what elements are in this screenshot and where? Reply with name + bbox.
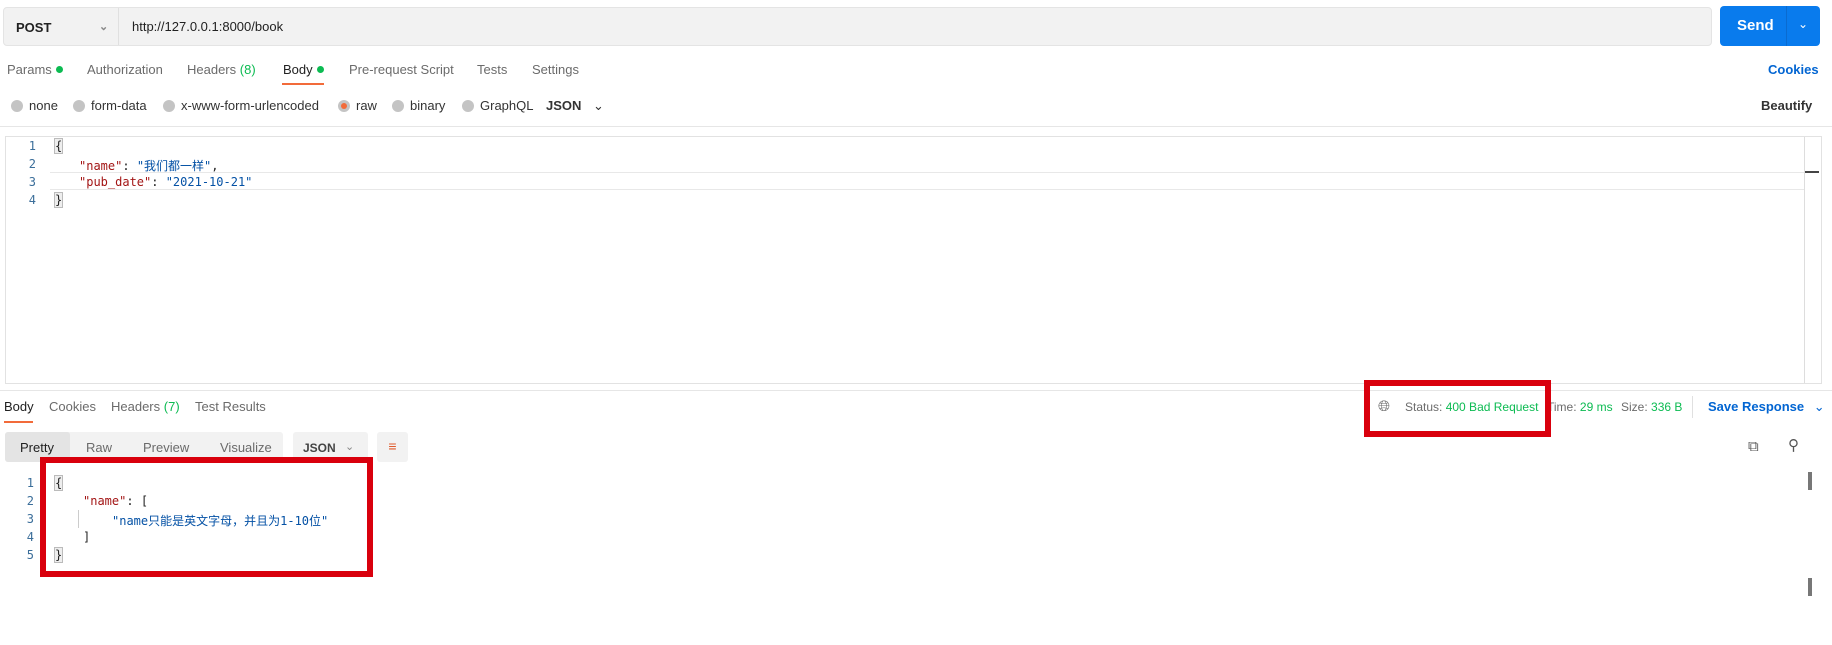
wrap-lines-icon[interactable]: ≡ (377, 432, 408, 462)
highlight-box-status (1364, 380, 1551, 437)
radio-raw[interactable]: raw (338, 98, 377, 113)
radio-binary[interactable]: binary (392, 98, 445, 113)
response-tab-cookies[interactable]: Cookies (49, 399, 96, 414)
active-tab-underline (4, 421, 33, 423)
tab-settings[interactable]: Settings (532, 62, 579, 77)
scrollbar[interactable] (1808, 472, 1812, 490)
chevron-down-icon: ⌄ (593, 98, 604, 113)
copy-icon[interactable]: ⧉ (1748, 438, 1759, 455)
chevron-down-icon: ⌄ (99, 21, 109, 33)
method-label: POST (16, 20, 52, 35)
current-line-highlight (50, 172, 1805, 190)
url-bar: POST ⌄ http://127.0.0.1:8000/book (3, 7, 1712, 46)
scrollbar[interactable] (1808, 578, 1812, 596)
send-button[interactable]: Send ⌄ (1720, 6, 1820, 46)
response-tab-body[interactable]: Body (4, 399, 34, 414)
code-line: "pub_date": "2021-10-21" (79, 175, 253, 189)
radio-x-www-form-urlencoded[interactable]: x-www-form-urlencoded (163, 98, 319, 113)
active-tab-underline (282, 83, 324, 85)
send-label: Send (1737, 17, 1774, 34)
radio-graphql[interactable]: GraphQL (462, 98, 533, 113)
view-tab-pretty[interactable]: Pretty (20, 440, 54, 455)
save-response-button[interactable]: Save Response ⌄ (1708, 399, 1825, 415)
chevron-down-icon[interactable]: ⌄ (1798, 17, 1808, 31)
view-tab-raw[interactable]: Raw (86, 440, 112, 455)
radio-none[interactable]: none (11, 98, 58, 113)
tab-tests[interactable]: Tests (477, 62, 507, 77)
cookies-link[interactable]: Cookies (1768, 62, 1819, 77)
status-dot-icon (316, 66, 324, 73)
method-select[interactable]: POST ⌄ (4, 8, 119, 45)
tab-authorization[interactable]: Authorization (87, 62, 163, 77)
search-icon[interactable]: ⚲ (1788, 436, 1799, 454)
beautify-link[interactable]: Beautify (1761, 98, 1812, 113)
scrollbar[interactable] (1805, 171, 1819, 173)
view-tab-preview[interactable]: Preview (143, 440, 189, 455)
size-readout[interactable]: Size: 336 B (1621, 400, 1682, 414)
tab-params[interactable]: Params (7, 62, 63, 77)
url-input[interactable]: http://127.0.0.1:8000/book (132, 19, 283, 34)
time-readout[interactable]: Time: 29 ms (1547, 400, 1613, 414)
tab-body[interactable]: Body (283, 62, 324, 77)
view-tab-visualize[interactable]: Visualize (220, 440, 272, 455)
radio-form-data[interactable]: form-data (73, 98, 147, 113)
status-dot-icon (55, 66, 63, 73)
chevron-down-icon: ⌄ (1813, 399, 1825, 414)
tab-headers[interactable]: Headers (8) (187, 62, 256, 77)
highlight-box-response-body (40, 457, 373, 577)
tab-pre-request-script[interactable]: Pre-request Script (349, 62, 454, 77)
response-tab-test-results[interactable]: Test Results (195, 399, 266, 414)
code-line: "name": "我们都一样", (79, 159, 219, 173)
response-tab-headers[interactable]: Headers (7) (111, 399, 180, 414)
body-format-select[interactable]: JSON ⌄ (546, 98, 604, 114)
